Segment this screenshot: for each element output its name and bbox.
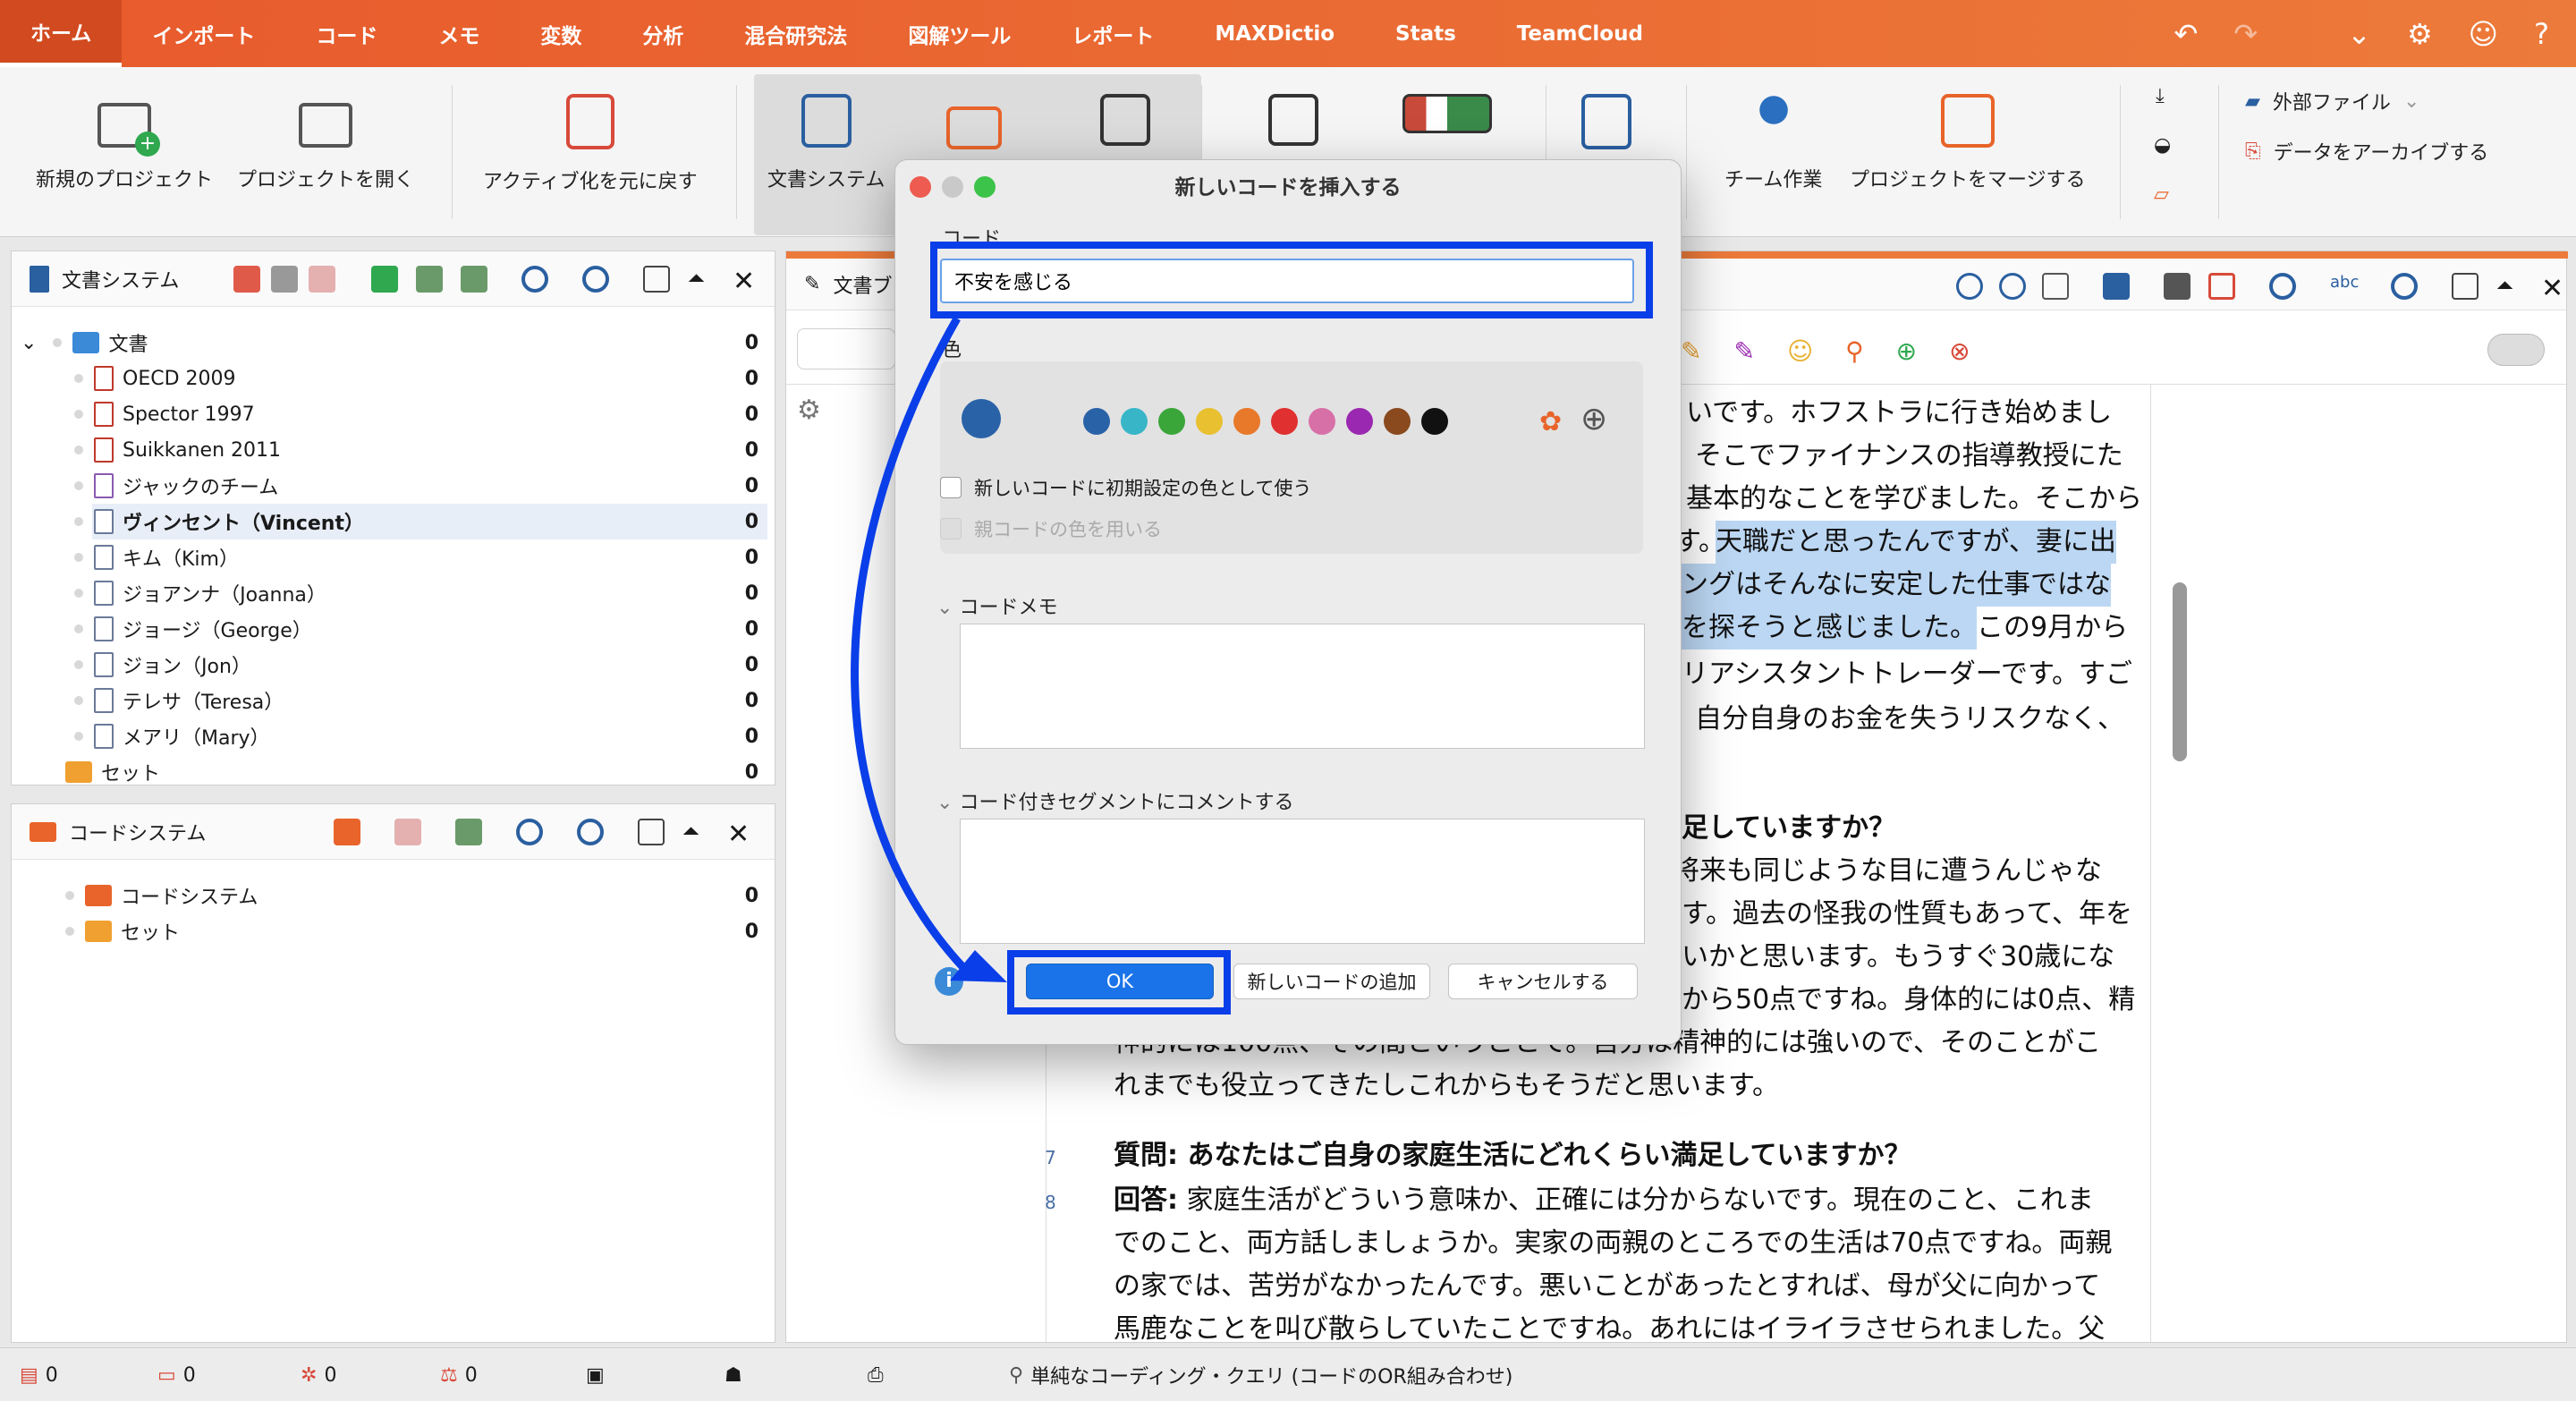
annotation-arrow <box>851 316 1007 982</box>
